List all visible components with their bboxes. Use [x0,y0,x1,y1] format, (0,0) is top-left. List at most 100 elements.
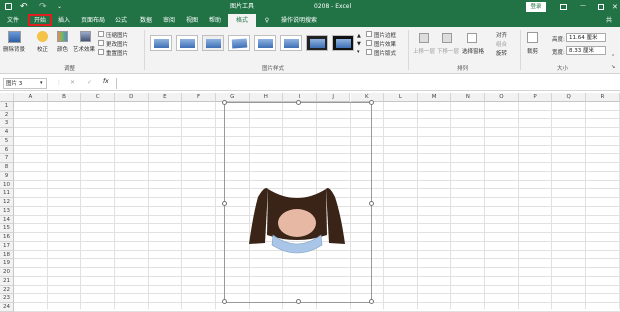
picture-style-1[interactable] [150,35,172,51]
column-header[interactable]: A [14,93,48,102]
picture-style-4[interactable] [228,35,250,51]
column-header[interactable]: J [316,93,351,102]
tab-help[interactable]: 帮助 [206,14,224,27]
width-input[interactable]: 8.33 厘米 [566,46,606,55]
resize-handle-ne[interactable] [369,100,374,105]
group-button[interactable]: 组合 [496,40,507,48]
column-header[interactable]: K [350,93,385,102]
formula-splitter[interactable]: ⋮ [56,79,62,86]
picture-style-3[interactable] [202,35,224,51]
formula-input[interactable] [116,78,616,89]
column-header[interactable]: F [182,93,216,102]
name-box-dropdown-icon[interactable]: ▾ [40,80,43,86]
row-header[interactable]: 5 [0,136,14,146]
resize-handle-sw[interactable] [222,299,227,304]
collapse-ribbon-icon[interactable]: ⌃ [611,54,615,60]
tab-page-layout[interactable]: 页面布局 [78,14,108,27]
tab-format[interactable]: 格式 [228,14,256,27]
picture-style-2[interactable] [176,35,198,51]
styles-scroll-down-icon[interactable]: ▼ [357,41,361,47]
close-icon[interactable]: ✕ [612,0,618,14]
resize-handle-se[interactable] [369,299,374,304]
height-input[interactable]: 11.64 厘米 [566,33,606,42]
save-icon[interactable] [5,3,12,10]
column-header[interactable]: D [114,93,149,102]
column-header[interactable]: M [417,93,452,102]
bring-forward-button[interactable]: 上移一层 [413,47,435,55]
row-header[interactable]: 1 [0,102,14,111]
resize-handle-nw[interactable] [222,100,227,105]
row-header[interactable]: 20 [0,268,14,277]
tab-view[interactable]: 视图 [183,14,201,27]
insert-function-icon[interactable]: fx [103,78,109,85]
maximize-icon[interactable] [598,4,604,10]
resize-handle-e[interactable] [369,201,374,206]
align-button[interactable]: 对齐 [496,31,507,39]
row-header[interactable]: 18 [0,250,14,260]
row-header[interactable]: 3 [0,119,14,129]
tab-file[interactable]: 文件 [2,14,24,27]
undo-icon[interactable]: ↶ [20,0,28,14]
redo-icon[interactable]: ↷ [39,0,47,14]
crop-button[interactable]: 裁剪 [527,47,538,55]
row-header[interactable]: 12 [0,198,14,207]
selected-picture[interactable] [222,100,374,304]
column-header[interactable]: E [148,93,183,102]
picture-style-5[interactable] [254,35,276,51]
customize-qat-icon[interactable]: ⌄ [57,0,62,14]
row-header[interactable]: 23 [0,294,14,303]
picture-effects-button[interactable]: 图片效果 [374,40,396,48]
column-header[interactable]: B [47,93,82,102]
compress-pictures-button[interactable]: 压缩图片 [106,31,128,39]
picture-style-6[interactable] [280,35,302,51]
row-header[interactable]: 2 [0,110,14,120]
column-header[interactable]: L [384,93,418,102]
change-picture-button[interactable]: 更改图片 [106,40,128,48]
row-header[interactable]: 11 [0,189,14,199]
size-dialog-launcher-icon[interactable]: ↘ [611,64,615,70]
selection-pane-button[interactable]: 选择窗格 [462,47,484,55]
select-all-corner[interactable] [0,93,14,102]
picture-layout-button[interactable]: 图片版式 [374,49,396,57]
row-header[interactable]: 24 [0,303,14,312]
resize-handle-n[interactable] [296,100,301,105]
row-header[interactable]: 15 [0,224,14,234]
minimize-icon[interactable]: — [580,0,586,13]
row-header[interactable]: 8 [0,163,14,172]
row-header[interactable]: 10 [0,180,14,190]
share-button[interactable]: 共 [600,14,618,27]
row-header[interactable]: 19 [0,259,14,269]
reset-picture-button[interactable]: 重置图片 [106,49,128,57]
row-header[interactable]: 4 [0,128,14,137]
send-backward-button[interactable]: 下移一层 [437,47,459,55]
login-button[interactable]: 登录 [526,2,546,12]
tell-me-icon[interactable]: ♀ [262,14,272,27]
column-header[interactable]: C [81,93,115,102]
styles-more-icon[interactable]: ▾ [357,49,360,55]
rotate-button[interactable]: 旋转 [496,49,507,57]
remove-background-button[interactable]: 删除背景 [3,45,25,53]
column-header[interactable]: H [249,93,284,102]
resize-handle-s[interactable] [296,299,301,304]
row-header[interactable]: 9 [0,171,14,181]
row-header[interactable]: 7 [0,154,14,164]
picture-style-8[interactable] [332,35,354,51]
row-header[interactable]: 6 [0,145,14,155]
tab-insert[interactable]: 插入 [55,14,73,27]
enter-icon[interactable]: ✓ [87,79,92,86]
tab-review[interactable]: 审阅 [160,14,178,27]
ribbon-options-icon[interactable] [560,4,567,10]
row-header[interactable]: 22 [0,285,14,295]
tab-home[interactable]: 开始 [28,14,52,26]
tell-me-search[interactable]: 操作说明搜索 [275,14,323,27]
artistic-effects-button[interactable]: 艺术效果 [73,45,95,53]
color-button[interactable]: 颜色 [57,45,68,53]
tab-formulas[interactable]: 公式 [112,14,130,27]
corrections-button[interactable]: 校正 [37,45,48,53]
row-header[interactable]: 14 [0,215,14,225]
column-header[interactable]: N [451,93,486,102]
row-header[interactable]: 17 [0,241,14,251]
row-header[interactable]: 13 [0,206,14,216]
row-header[interactable]: 16 [0,233,14,242]
picture-style-7[interactable] [306,35,328,51]
